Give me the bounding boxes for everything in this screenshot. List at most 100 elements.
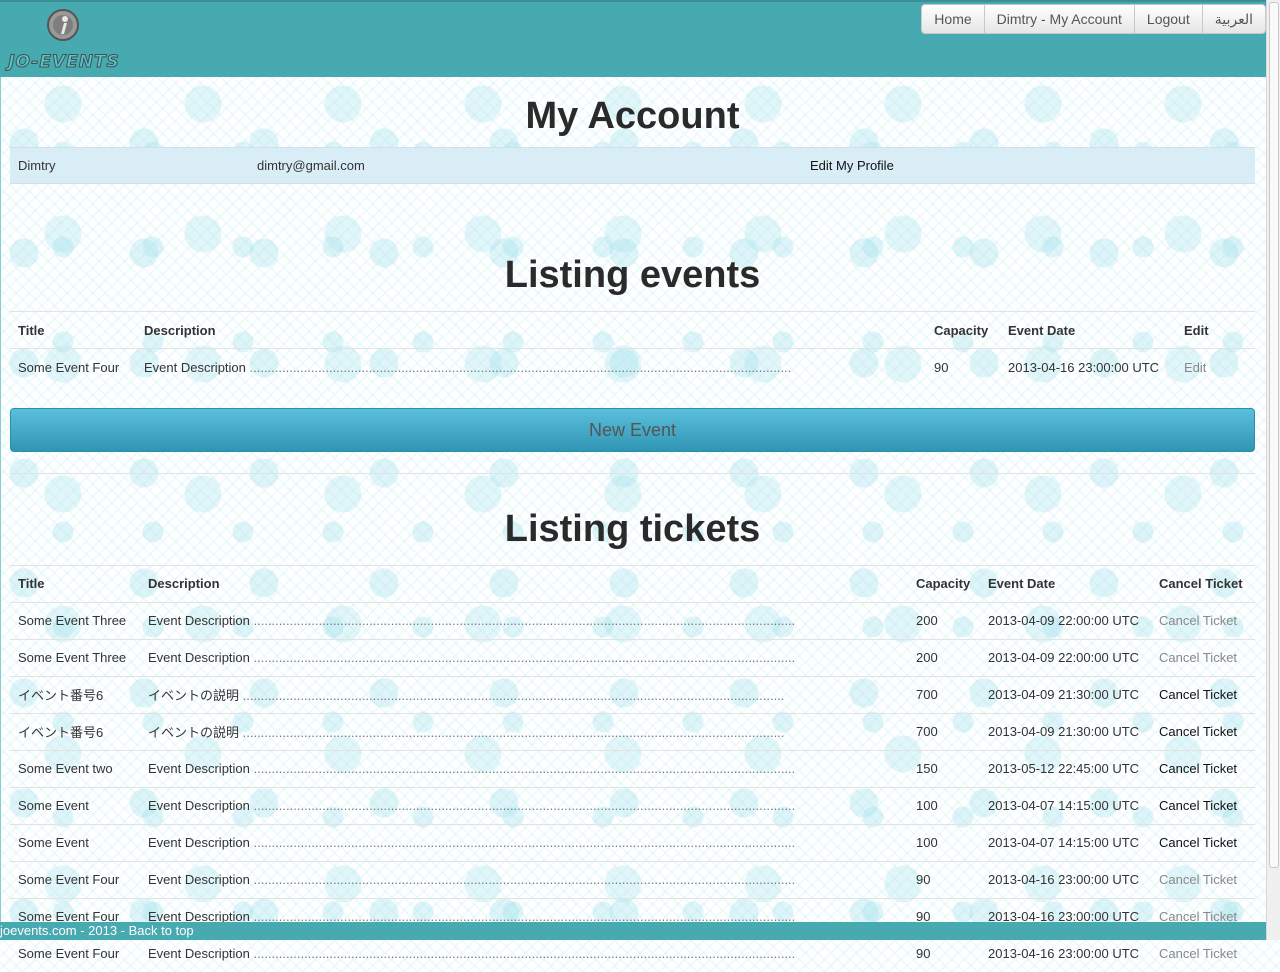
cell-event-date: 2013-04-09 22:00:00 UTC [980, 639, 1151, 676]
description-dots: ........................................… [250, 650, 795, 665]
cell-description: Event Description ......................… [140, 639, 908, 676]
description-dots: ........................................… [239, 688, 784, 703]
cell-event-date: 2013-04-16 23:00:00 UTC [1000, 349, 1176, 386]
description-dots: ........................................… [250, 872, 795, 887]
cell-description: Event Description ......................… [140, 787, 908, 824]
cell-description: Event Description ......................… [136, 349, 926, 386]
cell-capacity: 90 [908, 861, 980, 898]
events-table: Title Description Capacity Event Date Ed… [10, 311, 1255, 386]
new-event-section: New Event [10, 386, 1255, 474]
cell-cancel: Cancel Ticket [1151, 676, 1255, 713]
footer[interactable]: joevents.com - 2013 - Back to top [0, 922, 1266, 940]
cell-description: Event Description ......................… [140, 602, 908, 639]
description-dots: ........................................… [250, 798, 795, 813]
cell-cancel: Cancel Ticket [1151, 824, 1255, 861]
cell-cancel: Cancel Ticket [1151, 639, 1255, 676]
events-heading: Listing events [10, 241, 1255, 311]
cell-capacity: 150 [908, 750, 980, 787]
cancel-ticket-link[interactable]: Cancel Ticket [1159, 798, 1237, 813]
scrollbar-thumb[interactable] [1269, 2, 1279, 868]
cell-capacity: 90 [926, 349, 1000, 386]
cell-cancel: Cancel Ticket [1151, 750, 1255, 787]
cell-event-date: 2013-05-12 22:45:00 UTC [980, 750, 1151, 787]
description-dots: ........................................… [250, 946, 795, 961]
top-nav: Home Dimtry - My Account Logout العربية [921, 4, 1266, 34]
cell-title: Some Event Four [10, 935, 140, 972]
col-title: Title [10, 312, 136, 349]
cell-title: Some Event Four [10, 861, 140, 898]
cancel-ticket-link[interactable]: Cancel Ticket [1159, 946, 1237, 961]
account-summary-row: Dimtry dimtry@gmail.com Edit My Profile [10, 147, 1255, 184]
table-row: Some Event ThreeEvent Description ......… [10, 639, 1255, 676]
cell-capacity: 90 [908, 935, 980, 972]
col-event-date: Event Date [1000, 312, 1176, 349]
table-row: Some Event FourEvent Description .......… [10, 935, 1255, 972]
col-event-date: Event Date [980, 565, 1151, 602]
cell-title: Some Event Three [10, 602, 140, 639]
cell-title: Some Event Three [10, 639, 140, 676]
cell-description: Event Description ......................… [140, 935, 908, 972]
description-text: Event Description [144, 360, 246, 375]
cell-event-date: 2013-04-09 22:00:00 UTC [980, 602, 1151, 639]
cell-event-date: 2013-04-07 14:15:00 UTC [980, 824, 1151, 861]
table-row: イベント番号6イベントの説明 .........................… [10, 713, 1255, 750]
cancel-ticket-link[interactable]: Cancel Ticket [1159, 650, 1237, 665]
col-title: Title [10, 565, 140, 602]
cancel-ticket-link[interactable]: Cancel Ticket [1159, 872, 1237, 887]
logo-mark-icon [46, 8, 80, 42]
col-description: Description [136, 312, 926, 349]
cancel-ticket-link[interactable]: Cancel Ticket [1159, 761, 1237, 776]
tickets-header-row: Title Description Capacity Event Date Ca… [10, 565, 1255, 602]
cell-event-date: 2013-04-09 21:30:00 UTC [980, 676, 1151, 713]
description-dots: ........................................… [250, 613, 795, 628]
edit-link[interactable]: Edit [1184, 360, 1206, 375]
cell-capacity: 100 [908, 787, 980, 824]
col-capacity: Capacity [926, 312, 1000, 349]
description-dots: ........................................… [250, 835, 795, 850]
events-header-row: Title Description Capacity Event Date Ed… [10, 312, 1255, 349]
cell-capacity: 700 [908, 713, 980, 750]
description-text: イベントの説明 [148, 725, 239, 740]
nav-home[interactable]: Home [921, 4, 984, 34]
top-navbar: JO-EVENTS Home Dimtry - My Account Logou… [0, 0, 1266, 77]
main-content: My Account Dimtry dimtry@gmail.com Edit … [10, 77, 1255, 972]
cell-cancel: Cancel Ticket [1151, 602, 1255, 639]
cell-title: イベント番号6 [10, 676, 140, 713]
nav-language-arabic[interactable]: العربية [1203, 4, 1266, 34]
account-email: dimtry@gmail.com [257, 158, 365, 173]
logo-text: JO-EVENTS [8, 52, 120, 72]
table-row: Some Event ThreeEvent Description ......… [10, 602, 1255, 639]
cell-event-date: 2013-04-07 14:15:00 UTC [980, 787, 1151, 824]
edit-profile-link[interactable]: Edit My Profile [810, 158, 894, 173]
tickets-heading: Listing tickets [10, 495, 1255, 565]
cell-title: Some Event Four [10, 349, 136, 386]
nav-logout[interactable]: Logout [1135, 4, 1203, 34]
account-name: Dimtry [18, 158, 56, 173]
cell-cancel: Cancel Ticket [1151, 713, 1255, 750]
cell-capacity: 200 [908, 639, 980, 676]
cell-title: イベント番号6 [10, 713, 140, 750]
cancel-ticket-link[interactable]: Cancel Ticket [1159, 724, 1237, 739]
nav-my-account[interactable]: Dimtry - My Account [985, 4, 1135, 34]
table-row: イベント番号6イベントの説明 .........................… [10, 676, 1255, 713]
cell-event-date: 2013-04-16 23:00:00 UTC [980, 861, 1151, 898]
table-row: Some EventEvent Description ............… [10, 824, 1255, 861]
cell-event-date: 2013-04-16 23:00:00 UTC [980, 935, 1151, 972]
vertical-scrollbar[interactable] [1266, 0, 1280, 940]
cancel-ticket-link[interactable]: Cancel Ticket [1159, 687, 1237, 702]
cell-title: Some Event two [10, 750, 140, 787]
cell-capacity: 200 [908, 602, 980, 639]
new-event-button[interactable]: New Event [10, 408, 1255, 452]
cell-cancel: Cancel Ticket [1151, 935, 1255, 972]
site-logo[interactable]: JO-EVENTS [6, 8, 118, 74]
cell-cancel: Cancel Ticket [1151, 787, 1255, 824]
cell-description: Event Description ......................… [140, 861, 908, 898]
description-text: Event Description [148, 872, 250, 887]
cancel-ticket-link[interactable]: Cancel Ticket [1159, 613, 1237, 628]
cell-title: Some Event [10, 787, 140, 824]
cell-title: Some Event [10, 824, 140, 861]
cell-description: イベントの説明 ................................… [140, 676, 908, 713]
description-dots: ........................................… [250, 761, 795, 776]
cancel-ticket-link[interactable]: Cancel Ticket [1159, 835, 1237, 850]
cell-cancel: Cancel Ticket [1151, 861, 1255, 898]
